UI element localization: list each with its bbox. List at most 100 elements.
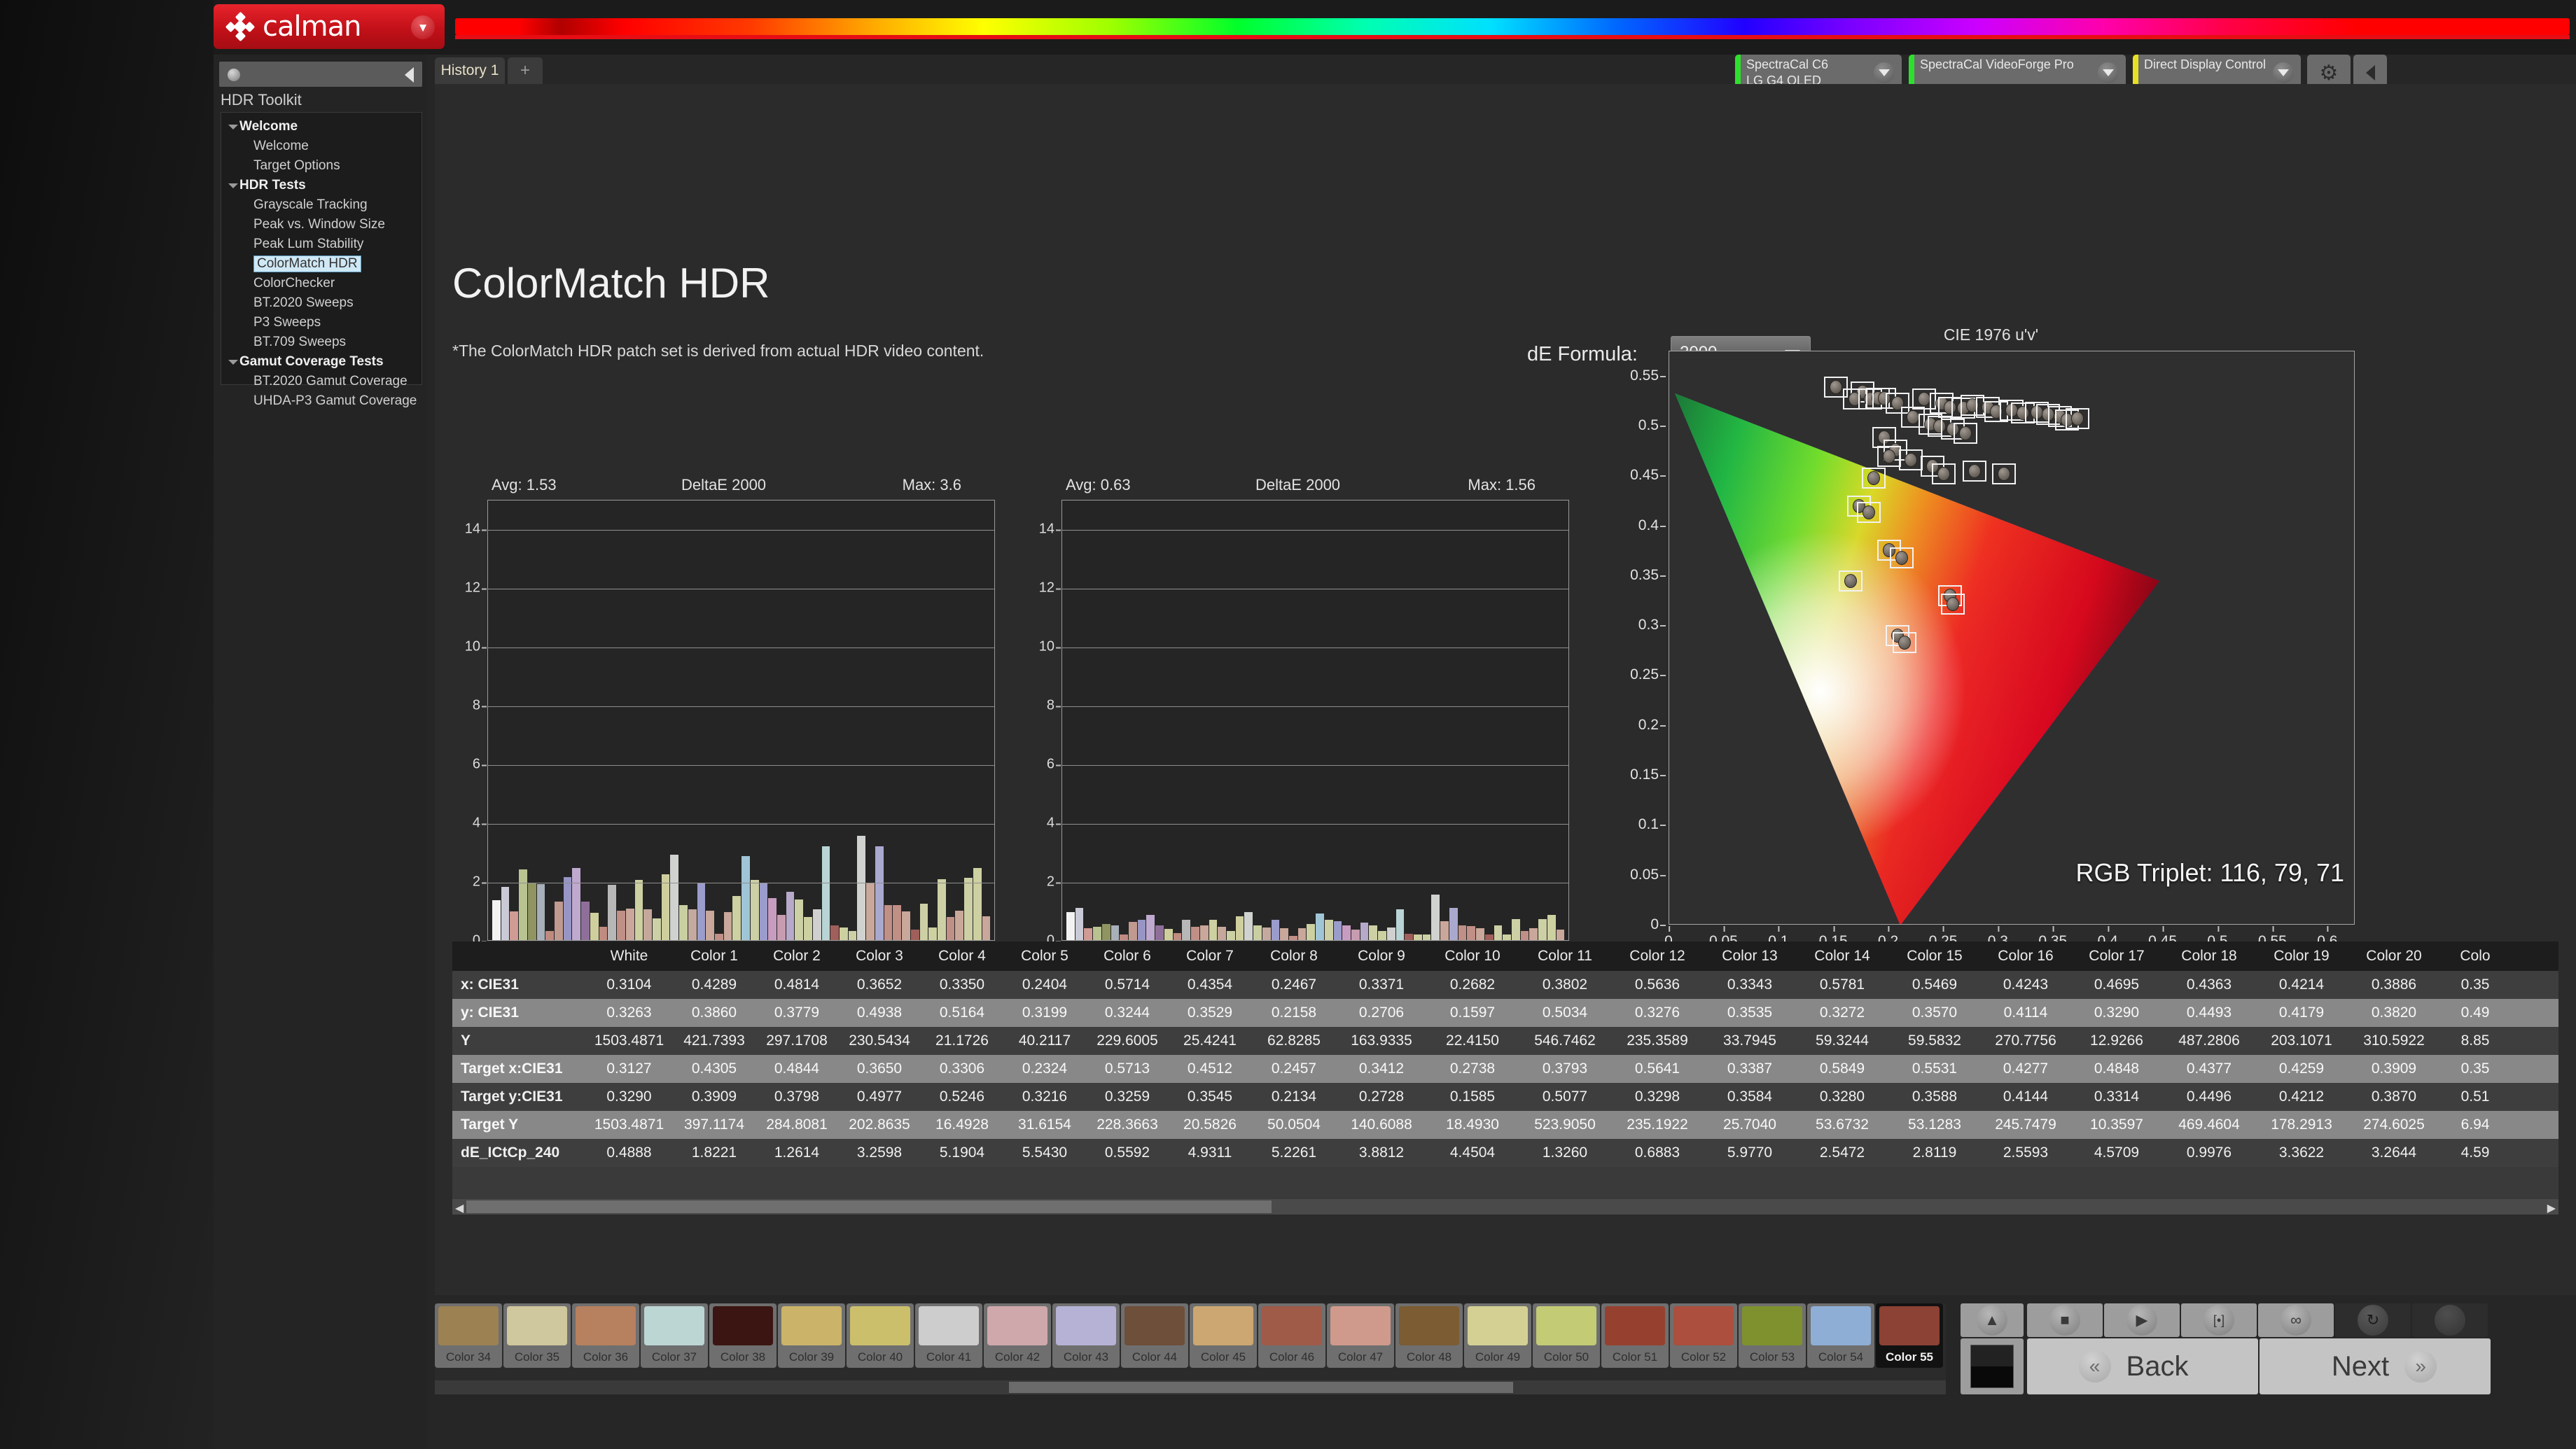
table-column-header: Color 8 <box>1270 948 1318 964</box>
bar <box>1253 925 1262 940</box>
chevron-down-icon[interactable]: ▼ <box>411 15 435 39</box>
tab-add-button[interactable]: + <box>508 57 543 84</box>
sidebar-group-hdr-tests[interactable]: HDR Tests <box>221 176 422 195</box>
bar <box>1111 925 1120 940</box>
y-tick-label: 10 <box>1038 638 1061 654</box>
scroll-thumb[interactable] <box>1009 1382 1513 1393</box>
stop-icon[interactable]: ■ <box>2027 1303 2103 1337</box>
y-tick-label: 2 <box>1046 874 1061 890</box>
color-patch-color-36[interactable]: Color 36 <box>572 1303 639 1368</box>
sidebar-item-bt-2020-sweeps[interactable]: BT.2020 Sweeps <box>221 293 422 313</box>
table-cell: 0.4848 <box>2094 1060 2140 1077</box>
sidebar-item-peak-vs-window-size[interactable]: Peak vs. Window Size <box>221 215 422 234</box>
current-patch-preview[interactable] <box>1961 1338 2024 1394</box>
scroll-right-icon[interactable]: ▶ <box>2547 1201 2556 1215</box>
back-button[interactable]: « Back <box>2027 1338 2258 1394</box>
table-cell: 1503.4871 <box>594 1116 664 1133</box>
color-patch-color-46[interactable]: Color 46 <box>1258 1303 1325 1368</box>
sidebar-item-uhda-p3-gamut-coverage[interactable]: UHDA-P3 Gamut Coverage <box>221 391 422 411</box>
chevron-down-icon[interactable] <box>1874 62 1895 83</box>
color-patch-color-45[interactable]: Color 45 <box>1190 1303 1257 1368</box>
loop-icon[interactable]: ∞ <box>2258 1303 2334 1337</box>
bar <box>1120 934 1129 940</box>
sidebar-item-p3-sweeps[interactable]: P3 Sweeps <box>221 313 422 332</box>
table-row: dE_ICtCp_240 0.4888 1.8221 1.2614 3.2598 5.19… <box>452 1139 2558 1167</box>
color-patch-color-43[interactable]: Color 43 <box>1052 1303 1120 1368</box>
record-icon[interactable] <box>2412 1303 2488 1337</box>
patch-label: Color 52 <box>1680 1350 1727 1364</box>
table-cell: 0.4259 <box>2278 1060 2325 1077</box>
color-patch-color-41[interactable]: Color 41 <box>915 1303 982 1368</box>
collapse-sidebar-icon[interactable] <box>405 67 414 83</box>
y-tick-label: 8 <box>1046 697 1061 713</box>
color-patch-color-53[interactable]: Color 53 <box>1739 1303 1806 1368</box>
bar <box>1297 928 1307 940</box>
chevron-down-icon[interactable] <box>2273 62 2294 83</box>
table-cell: 0.3650 <box>856 1060 903 1077</box>
sidebar-item-peak-lum-stability[interactable]: Peak Lum Stability <box>221 234 422 254</box>
table-cell: 284.8081 <box>766 1116 828 1133</box>
sidebar-item-colorchecker[interactable]: ColorChecker <box>221 274 422 293</box>
color-patch-color-51[interactable]: Color 51 <box>1601 1303 1669 1368</box>
bar <box>1369 925 1378 940</box>
scroll-thumb[interactable] <box>466 1200 1272 1213</box>
color-patch-color-38[interactable]: Color 38 <box>709 1303 777 1368</box>
up-arrow-icon[interactable]: ▲ <box>1961 1303 2024 1337</box>
bar <box>1101 923 1111 940</box>
table-column-header: Color 11 <box>1538 948 1592 964</box>
sidebar-group-welcome[interactable]: Welcome <box>221 117 422 136</box>
color-patch-color-44[interactable]: Color 44 <box>1121 1303 1188 1368</box>
sidebar-item-welcome[interactable]: Welcome <box>221 136 422 156</box>
cie-plot-canvas[interactable]: RGB Triplet: 116, 79, 71 <box>1669 351 2355 925</box>
sidebar-item-bt-2020-gamut-coverage[interactable]: BT.2020 Gamut Coverage <box>221 372 422 391</box>
spectrum-bar <box>455 18 2570 35</box>
bar <box>857 835 866 940</box>
color-patch-color-40[interactable]: Color 40 <box>847 1303 914 1368</box>
sidebar-item-grayscale-tracking[interactable]: Grayscale Tracking <box>221 195 422 215</box>
bar <box>1164 929 1173 940</box>
table-cell: 0.4305 <box>691 1060 737 1077</box>
color-patch-color-49[interactable]: Color 49 <box>1464 1303 1531 1368</box>
sidebar-item-colormatch-hdr[interactable]: ColorMatch HDR <box>221 254 422 274</box>
measurement-table[interactable]: White Color 1 Color 2 Color 3 Color 4 Color 5… <box>452 941 2558 1214</box>
color-patch-color-50[interactable]: Color 50 <box>1533 1303 1600 1368</box>
table-cell: 21.1726 <box>935 1032 989 1049</box>
table-horizontal-scrollbar[interactable]: ◀ ▶ <box>452 1199 2558 1214</box>
bar <box>1075 907 1084 940</box>
sidebar-item-target-options[interactable]: Target Options <box>221 156 422 176</box>
color-patch-color-52[interactable]: Color 52 <box>1670 1303 1737 1368</box>
table-column-header: Color 2 <box>773 948 821 964</box>
color-patch-color-42[interactable]: Color 42 <box>984 1303 1051 1368</box>
bar <box>697 883 706 940</box>
tab-history-1[interactable]: History 1 <box>435 57 505 84</box>
table-cell: 0.2467 <box>1271 976 1317 993</box>
chart-plot-area: 0 2 4 6 8 10 12 14 <box>1026 500 1569 948</box>
sidebar-item-bt-709-sweeps[interactable]: BT.709 Sweeps <box>221 332 422 352</box>
bar <box>1494 925 1503 940</box>
color-patch-color-55[interactable]: Color 55 <box>1876 1303 1943 1368</box>
table-cell: 202.8635 <box>849 1116 910 1133</box>
next-button[interactable]: Next » <box>2260 1338 2491 1394</box>
sidebar-group-gamut-coverage-tests[interactable]: Gamut Coverage Tests <box>221 352 422 372</box>
color-patch-color-47[interactable]: Color 47 <box>1327 1303 1394 1368</box>
bar <box>840 927 848 940</box>
table-cell: 0.5246 <box>939 1088 985 1105</box>
scroll-left-icon[interactable]: ◀ <box>455 1201 464 1215</box>
color-patch-color-37[interactable]: Color 37 <box>641 1303 708 1368</box>
chevron-down-icon[interactable] <box>2098 62 2119 83</box>
range-icon[interactable]: [•] <box>2181 1303 2257 1337</box>
table-cell: 0.2457 <box>1271 1060 1317 1077</box>
table-cell: 0.4512 <box>1187 1060 1233 1077</box>
color-patch-color-48[interactable]: Color 48 <box>1395 1303 1463 1368</box>
table-cell: 59.3244 <box>1816 1032 1869 1049</box>
color-patch-color-39[interactable]: Color 39 <box>778 1303 845 1368</box>
play-icon[interactable]: ▶ <box>2104 1303 2180 1337</box>
refresh-icon[interactable]: ↻ <box>2335 1303 2411 1337</box>
swatch-scrollbar[interactable] <box>435 1380 1946 1394</box>
table-cell: 0.3387 <box>1727 1060 1773 1077</box>
color-patch-color-34[interactable]: Color 34 <box>435 1303 502 1368</box>
color-patch-color-35[interactable]: Color 35 <box>503 1303 571 1368</box>
color-patch-color-54[interactable]: Color 54 <box>1807 1303 1874 1368</box>
patch-label: Color 49 <box>1475 1350 1521 1364</box>
calman-logo-button[interactable]: calman ▼ <box>214 4 445 49</box>
